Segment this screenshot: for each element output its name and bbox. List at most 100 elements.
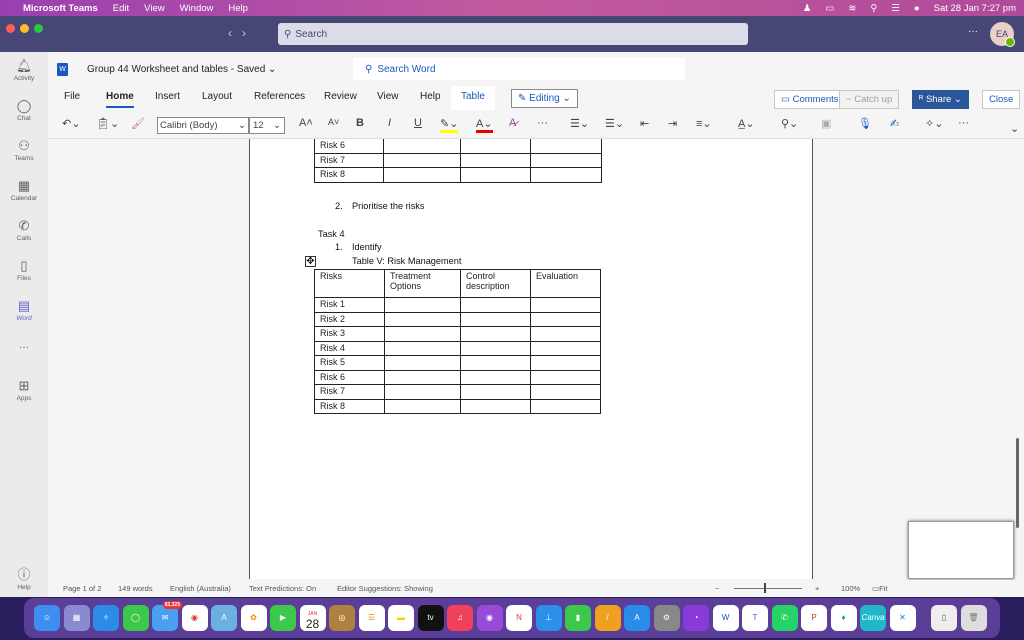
table-cell[interactable] <box>460 139 531 154</box>
language[interactable]: English (Australia) <box>170 584 231 593</box>
rail-files[interactable]: ▯ Files <box>0 258 48 282</box>
underline-icon[interactable]: U <box>414 117 422 129</box>
styles-icon[interactable]: A̲⌄ <box>738 117 755 130</box>
table-cell[interactable] <box>460 311 531 327</box>
table-row[interactable]: Risk 4 <box>314 340 601 356</box>
word-count[interactable]: 149 words <box>118 584 153 593</box>
reminders-icon[interactable]: ☰ <box>358 605 385 631</box>
risk-management-table[interactable]: Risks Treatment Options Control descript… <box>314 269 601 414</box>
table-row[interactable]: Risk 5 <box>314 355 601 371</box>
tab-review[interactable]: Review <box>324 91 357 102</box>
keynote-icon[interactable]: ⊥ <box>535 605 562 631</box>
powerpoint-icon[interactable]: P <box>801 605 827 631</box>
zoom-level[interactable]: 100% <box>841 584 860 593</box>
minimize-window-button[interactable] <box>20 24 29 33</box>
table-cell[interactable]: Risk 5 <box>314 355 385 371</box>
clear-format-icon[interactable]: A̷ <box>509 117 516 129</box>
document-canvas[interactable]: Risk 6 Risk 7 Risk 8 2. Prioritise the r… <box>48 138 1024 580</box>
tab-view[interactable]: View <box>377 91 399 102</box>
font-size-select[interactable]: 12 ⌄ <box>249 117 285 134</box>
safari-icon[interactable]: ✧ <box>93 605 119 631</box>
rail-chat[interactable]: ◯ Chat <box>0 98 48 122</box>
maps-icon[interactable]: A <box>211 605 237 631</box>
podcasts-icon[interactable]: ◉ <box>476 605 503 631</box>
more-font-icon[interactable]: ··· <box>537 117 548 129</box>
expand-ribbon-icon[interactable]: ⌄ <box>1010 122 1019 135</box>
table-cell[interactable] <box>460 384 531 400</box>
table-row[interactable]: Risk 8 <box>314 398 601 414</box>
format-painter-icon[interactable]: 🖌︎ <box>131 117 145 130</box>
zoom-window-button[interactable] <box>34 24 43 33</box>
music-icon[interactable]: ♫ <box>447 605 473 631</box>
editor-icon[interactable]: ✍︎ <box>890 117 899 130</box>
menu-view[interactable]: View <box>144 3 164 14</box>
zoom-in-button[interactable]: + <box>815 584 819 593</box>
chrome-icon[interactable]: ◉ <box>181 605 208 631</box>
rail-activity[interactable]: 🔔︎ Activity <box>0 58 48 82</box>
back-icon[interactable]: ‹ <box>228 26 242 40</box>
find-icon[interactable]: ⚲⌄ <box>781 117 798 130</box>
table-cell[interactable] <box>460 326 531 342</box>
rail-more[interactable]: ··· <box>0 342 48 353</box>
siri-icon[interactable]: ● <box>914 3 920 14</box>
table-cell[interactable] <box>530 139 602 154</box>
calendar-app-icon[interactable]: JAN 28 <box>299 605 326 631</box>
table-cell[interactable]: Risk 7 <box>314 384 385 400</box>
undo-icon[interactable]: ↶⌄ <box>62 117 80 130</box>
top-table[interactable]: Risk 6 Risk 7 Risk 8 <box>314 139 602 183</box>
more-options-button[interactable]: ··· <box>968 26 978 37</box>
font-color-icon[interactable]: A⌄ <box>476 117 493 133</box>
mail-icon[interactable]: ✉ 82,325 <box>152 601 182 631</box>
rail-apps[interactable]: ⊞ Apps <box>0 378 48 402</box>
more-toolbar-icon[interactable]: ··· <box>958 117 969 129</box>
table-cell[interactable] <box>530 311 601 327</box>
document-page[interactable]: Risk 6 Risk 7 Risk 8 2. Prioritise the r… <box>249 139 813 579</box>
whatsapp-icon[interactable]: ✆ <box>771 605 798 631</box>
tab-home[interactable]: Home <box>106 91 134 108</box>
table-cell[interactable] <box>384 297 461 313</box>
tab-file[interactable]: File <box>64 91 80 102</box>
system-preferences-icon[interactable]: ⚙ <box>653 605 680 631</box>
table-cell[interactable] <box>530 398 601 414</box>
battery-icon[interactable]: ▭ <box>825 3 834 14</box>
table-cell[interactable]: Risk 7 <box>314 152 384 168</box>
avatar[interactable]: EA <box>990 22 1015 47</box>
table-cell[interactable] <box>460 355 531 371</box>
comments-button[interactable]: ▭ Comments <box>774 90 846 109</box>
decrease-indent-icon[interactable]: ⇤ <box>640 117 649 130</box>
highlight-icon[interactable]: ✎⌄ <box>440 117 459 133</box>
shrink-font-icon[interactable]: A˅ <box>328 117 339 127</box>
numbering-icon[interactable]: ☰⌄ <box>605 117 624 130</box>
rail-help[interactable]: ⓘ Help <box>0 564 48 591</box>
rail-teams[interactable]: ⚇ Teams <box>0 138 48 162</box>
photos-icon[interactable]: ✿ <box>240 605 267 631</box>
page-count[interactable]: Page 1 of 2 <box>63 584 101 593</box>
table-move-handle-icon[interactable]: ✥ <box>305 256 316 267</box>
rail-word[interactable]: ▤ Word <box>0 298 48 322</box>
tab-references[interactable]: References <box>254 91 305 102</box>
search-word-input[interactable]: ⚲ Search Word <box>353 58 685 80</box>
table-cell[interactable] <box>460 340 531 356</box>
rail-calls[interactable]: ✆ Calls <box>0 218 48 242</box>
catch-up-button[interactable]: ~ Catch up <box>839 90 900 109</box>
increase-indent-icon[interactable]: ⇥ <box>668 117 677 130</box>
table-row[interactable]: Risk 1 <box>314 297 601 313</box>
clock[interactable]: Sat 28 Jan 7:27 pm <box>934 3 1016 14</box>
messages-icon[interactable]: ◯ <box>122 605 149 631</box>
tab-layout[interactable]: Layout <box>202 91 232 102</box>
tab-help[interactable]: Help <box>420 91 441 102</box>
table-cell[interactable] <box>460 398 531 414</box>
control-center-icon[interactable]: ☰ <box>891 3 900 14</box>
user-icon[interactable]: ♟ <box>803 3 812 14</box>
table-cell[interactable] <box>383 152 461 168</box>
italic-icon[interactable]: I <box>388 117 391 129</box>
table-cell[interactable] <box>460 369 531 385</box>
text-predictions[interactable]: Text Predictions: On <box>249 584 316 593</box>
table-cell[interactable] <box>530 297 601 313</box>
github-desktop-icon[interactable]: ◔ <box>683 605 709 631</box>
numbers-icon[interactable]: ▮ <box>565 605 591 631</box>
launchpad-icon[interactable]: ▦ <box>63 605 90 631</box>
zoom-out-button[interactable]: − <box>715 584 719 593</box>
teams-dock-icon[interactable]: T <box>742 605 768 631</box>
finder-icon[interactable]: ☺ <box>34 605 60 631</box>
